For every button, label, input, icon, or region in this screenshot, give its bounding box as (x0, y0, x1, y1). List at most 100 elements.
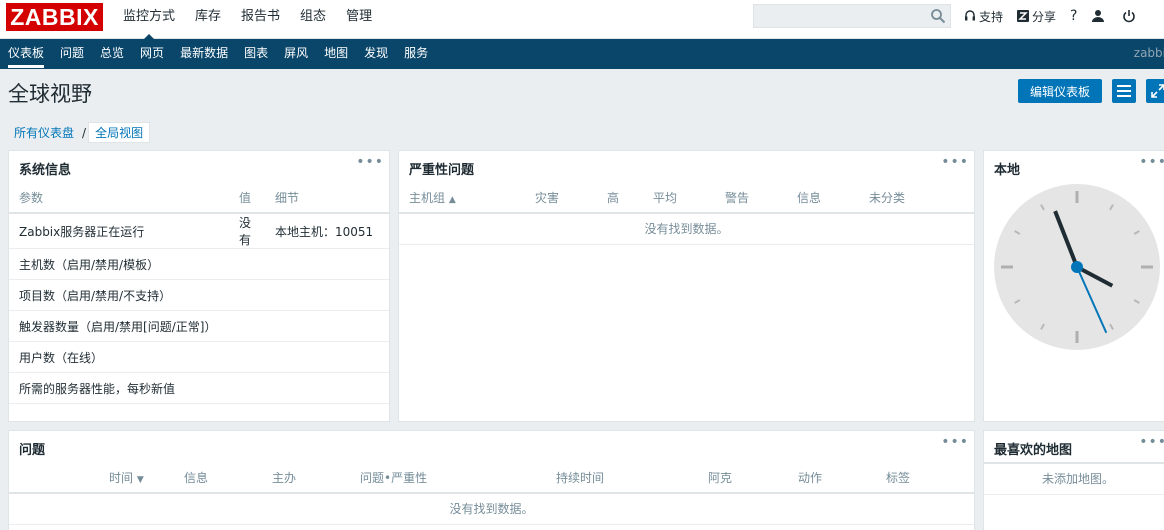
menu-administration[interactable]: 管理 (336, 0, 382, 39)
col-details: 细节 (265, 182, 389, 214)
hamburger-icon (1117, 85, 1131, 97)
server-name: zabbi (1133, 46, 1164, 60)
share-label: 分享 (1032, 9, 1057, 24)
detail-cell (265, 341, 389, 373)
widget-title: 本地 (994, 163, 1021, 178)
table-row: 项目数（启用/禁用/不支持） (9, 279, 389, 311)
col-high: 高 (597, 182, 643, 214)
widget-menu-icon[interactable]: ••• (1139, 154, 1164, 170)
menu-configuration[interactable]: 组态 (290, 0, 336, 39)
support-label: 支持 (979, 9, 1004, 24)
col-info: 信息 (174, 462, 262, 494)
no-data-text: 没有找到数据。 (9, 493, 974, 525)
analog-clock (994, 184, 1160, 350)
help-icon: ? (1070, 8, 1078, 24)
detail-cell (265, 310, 389, 342)
param-cell: 用户数（在线） (9, 341, 229, 373)
param-cell: 主机数（启用/禁用/模板） (9, 248, 229, 280)
help-button[interactable]: ? (1070, 8, 1077, 24)
search-box (753, 4, 951, 28)
subnav-web[interactable]: 网页 (132, 39, 172, 69)
no-data-row: 没有找到数据。 (9, 493, 974, 525)
system-info-table: 参数 值 细节 Zabbix服务器正在运行 没有 本地主机：10051 主机数（… (9, 182, 389, 404)
subnav-graphs[interactable]: 图表 (236, 39, 276, 69)
col-parameter: 参数 (9, 182, 229, 214)
detail-cell (265, 372, 389, 404)
widget-title: 严重性问题 (409, 163, 475, 178)
user-profile-button[interactable] (1091, 9, 1108, 23)
detail-cell (265, 248, 389, 280)
table-row: 主机数（启用/禁用/模板） (9, 248, 389, 280)
subnav-screens[interactable]: 屏风 (276, 39, 316, 69)
widget-menu-icon[interactable]: ••• (941, 434, 969, 450)
subnav-latest-data[interactable]: 最新数据 (172, 39, 236, 69)
page-header: 全球视野 编辑仪表板 (0, 69, 1164, 111)
col-host-group[interactable]: 主机组 ▲ (399, 182, 525, 214)
table-row: 所需的服务器性能，每秒新值 (9, 372, 389, 404)
no-data-text: 没有找到数据。 (399, 213, 974, 245)
logout-button[interactable] (1122, 9, 1139, 23)
severity-table: 主机组 ▲ 灾害 高 平均 警告 信息 未分类 没有找到数据。 (399, 182, 974, 245)
widget-menu-icon[interactable]: ••• (941, 154, 969, 170)
widget-menu-icon[interactable]: ••• (356, 154, 384, 170)
detail-cell (265, 279, 389, 311)
edit-dashboard-button[interactable]: 编辑仪表板 (1018, 79, 1102, 103)
widget-favourite-maps: 最喜欢的地图 ••• 未添加地图。 (983, 430, 1164, 530)
share-z-icon (1017, 10, 1030, 22)
param-cell: Zabbix服务器正在运行 (9, 213, 229, 249)
widget-system-info: 系统信息 ••• 参数 值 细节 Zabbix服务器正在运行 没有 本地主机：1… (8, 150, 390, 422)
col-actions: 动作 (788, 462, 876, 494)
widget-problems-by-severity: 严重性问题 ••• 主机组 ▲ 灾害 高 平均 警告 信息 未分类 没有找到数据… (398, 150, 975, 422)
value-cell (229, 341, 265, 373)
table-row: Zabbix服务器正在运行 没有 本地主机：10051 (9, 213, 389, 249)
col-warning: 警告 (715, 182, 787, 214)
problems-table: 时间 ▼ 信息 主办 问题•严重性 持续时间 阿克 动作 标签 没有找到数据。 (9, 462, 974, 525)
param-cell: 项目数（启用/禁用/不支持） (9, 279, 229, 311)
widget-title: 最喜欢的地图 (994, 443, 1073, 458)
actions-menu-button[interactable] (1112, 79, 1136, 103)
value-cell (229, 310, 265, 342)
search-icon[interactable] (930, 8, 946, 24)
sort-asc-icon: ▲ (448, 194, 456, 205)
support-link[interactable]: 支持 (964, 8, 1003, 25)
col-problem-severity: 问题•严重性 (350, 462, 546, 494)
sort-desc-icon: ▼ (136, 474, 144, 485)
menu-inventory[interactable]: 库存 (185, 0, 231, 39)
share-link[interactable]: 分享 (1017, 8, 1056, 25)
main-menu: 监控方式 库存 报告书 组态 管理 (113, 0, 382, 40)
breadcrumb-current[interactable]: 全局视图 (88, 122, 151, 143)
param-cell: 所需的服务器性能，每秒新值 (9, 372, 229, 404)
fullscreen-button[interactable] (1146, 79, 1164, 103)
detail-cell: 本地主机：10051 (265, 213, 389, 249)
col-tags: 标签 (876, 462, 974, 494)
headset-icon (965, 10, 975, 21)
sub-navigation: 仪表板 问题 总览 网页 最新数据 图表 屏风 地图 发现 服务 zabbi (0, 39, 1164, 69)
value-cell: 没有 (229, 213, 265, 249)
widget-title: 系统信息 (19, 163, 72, 178)
widget-title: 问题 (19, 443, 46, 458)
subnav-problems[interactable]: 问题 (52, 39, 92, 69)
page-title: 全球视野 (8, 82, 92, 106)
value-cell (229, 279, 265, 311)
col-disaster: 灾害 (525, 182, 597, 214)
search-input[interactable] (754, 5, 924, 27)
widget-menu-icon[interactable]: ••• (1139, 434, 1164, 450)
widget-local-clock: 本地 ••• (983, 150, 1164, 422)
menu-reports[interactable]: 报告书 (231, 0, 290, 39)
subnav-discovery[interactable]: 发现 (356, 39, 396, 69)
breadcrumb-separator: / (82, 125, 87, 140)
fullscreen-icon (1151, 84, 1164, 98)
subnav-maps[interactable]: 地图 (316, 39, 356, 69)
param-cell: 触发器数量（启用/禁用[问题/正常]） (9, 310, 229, 342)
menu-monitoring[interactable]: 监控方式 (113, 0, 185, 40)
subnav-dashboard[interactable]: 仪表板 (0, 39, 52, 69)
subnav-services[interactable]: 服务 (396, 39, 436, 69)
col-value: 值 (229, 182, 265, 214)
table-row: 触发器数量（启用/禁用[问题/正常]） (9, 310, 389, 342)
col-unclassified: 未分类 (859, 182, 974, 214)
value-cell (229, 372, 265, 404)
breadcrumb-all-dashboards[interactable]: 所有仪表盘 (8, 124, 80, 141)
col-time[interactable]: 时间 ▼ (99, 462, 174, 494)
zabbix-logo[interactable]: ZABBIX (6, 3, 103, 31)
subnav-overview[interactable]: 总览 (92, 39, 132, 69)
